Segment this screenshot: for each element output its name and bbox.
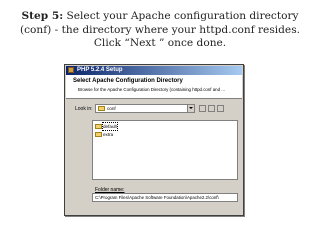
folder-icon — [95, 132, 102, 137]
folder-icon — [98, 106, 105, 111]
dialog-header-title: Select Apache Configuration Directory — [73, 78, 183, 84]
up-folder-icon[interactable] — [199, 105, 206, 112]
new-folder-icon[interactable] — [208, 105, 215, 112]
step-label: Step 5: — [21, 10, 64, 22]
look-in-dropdown[interactable]: conf — [95, 104, 195, 113]
folder-item-label: extra — [103, 132, 114, 137]
view-menu-icon[interactable] — [217, 105, 224, 112]
instruction-caption: Step 5: Select your Apache configuration… — [4, 10, 316, 51]
caption-line-2: (conf) - the directory where your httpd.… — [19, 23, 301, 36]
setup-dialog: PHP 5.2.4 Setup Select Apache Configurat… — [64, 64, 244, 216]
folder-icon — [95, 124, 102, 129]
slide: Step 5: Select your Apache configuration… — [0, 0, 320, 240]
installer-icon — [68, 67, 74, 73]
window-title: PHP 5.2.4 Setup — [77, 67, 123, 73]
folder-list[interactable]: default extra — [92, 120, 238, 180]
caption-line-1: Step 5: Select your Apache configuration… — [4, 10, 316, 24]
look-in-value: conf — [107, 106, 116, 111]
caption-line-3: Click “Next ” once done. — [93, 37, 227, 49]
dialog-header-description: Browse for the Apache Configuration Dire… — [78, 87, 225, 92]
dialog-header: Select Apache Configuration Directory Br… — [66, 75, 242, 99]
folder-item-label: default — [102, 122, 118, 131]
caption-line-1-text: Select your Apache configuration directo… — [63, 10, 299, 22]
dropdown-arrow-icon[interactable] — [187, 105, 194, 112]
folder-name-input[interactable]: C:\Program Files\Apache Software Foundat… — [92, 193, 238, 202]
look-in-label: Look in: — [75, 106, 93, 112]
dialog-titlebar[interactable]: PHP 5.2.4 Setup — [66, 66, 242, 75]
